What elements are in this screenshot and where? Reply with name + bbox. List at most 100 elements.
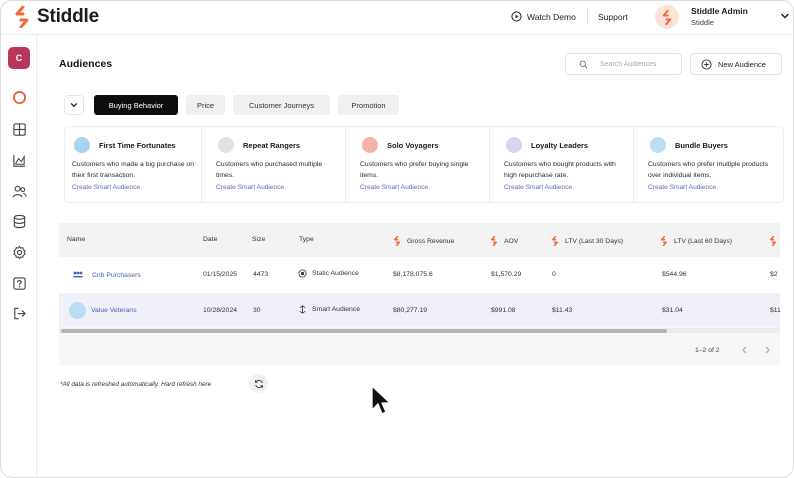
sidebar-item-dashboard[interactable] <box>10 120 28 138</box>
ltv30-cell: 0 <box>552 271 556 278</box>
create-smart-audience-link[interactable]: Create Smart Audience <box>216 184 284 191</box>
pagination-label: 1–2 of 2 <box>695 347 720 354</box>
create-smart-audience-link[interactable]: Create Smart Audience <box>72 184 140 191</box>
app-logo[interactable]: Stiddle <box>13 6 99 28</box>
column-label: AOV <box>504 237 519 245</box>
column-header-gross-revenue[interactable]: Gross Revenue <box>393 236 454 246</box>
sidebar-item-help[interactable] <box>10 274 28 292</box>
date-cell: 01/15/2025 <box>203 271 238 278</box>
aov-cell: $991.08 <box>491 307 516 314</box>
suggestion-card[interactable]: Repeat Rangers Customers who purchased m… <box>208 126 346 203</box>
top-bar: Stiddle Watch Demo Support Stiddle Admin… <box>1 1 793 35</box>
column-header-ltv60[interactable]: LTV (Last 60 Days) <box>660 236 732 246</box>
user-org: Stiddle <box>691 18 714 27</box>
date-cell: 10/28/2024 <box>203 307 238 314</box>
create-smart-audience-link[interactable]: Create Smart Audience <box>648 184 716 191</box>
sidebar-item-audiences[interactable] <box>10 182 28 200</box>
next-cell: $2 <box>770 271 778 278</box>
settings-icon <box>12 245 26 259</box>
logout-icon <box>13 307 26 319</box>
stiddle-logo-icon <box>552 236 558 246</box>
new-audience-button[interactable]: New Audience <box>690 53 782 75</box>
stiddle-logo-icon <box>394 236 400 246</box>
create-smart-audience-link[interactable]: Create Smart Audience <box>360 184 428 191</box>
stiddle-logo-icon <box>661 236 667 246</box>
size-cell: 30 <box>253 307 261 314</box>
card-description: Customers who prefer buying single items… <box>360 161 469 179</box>
workspace-avatar[interactable]: C <box>8 47 30 69</box>
audience-name-cell[interactable]: Value Veterans <box>69 302 137 319</box>
dashboard-icon <box>12 122 26 136</box>
audience-name: Value Veterans <box>91 307 137 314</box>
avatar <box>650 137 666 153</box>
stiddle-logo-icon <box>770 236 776 246</box>
next-cell: $11 <box>770 307 781 314</box>
filter-collapse-button[interactable] <box>64 95 84 115</box>
column-header-size[interactable]: Size <box>252 236 265 243</box>
plus-circle-icon <box>701 58 712 70</box>
column-header-name[interactable]: Name <box>67 236 85 243</box>
user-name: Stiddle Admin <box>691 6 748 16</box>
gross-revenue-cell: $80,277.19 <box>393 307 428 314</box>
chevron-left-icon <box>741 346 746 354</box>
stiddle-logo-icon <box>491 236 497 246</box>
chevron-right-icon <box>765 346 770 354</box>
prev-page-button[interactable] <box>738 344 750 356</box>
card-description: Customers who purchased multiple times. <box>216 161 323 179</box>
column-header-next[interactable] <box>769 236 783 246</box>
search-box[interactable] <box>565 53 682 75</box>
smart-audience-icon <box>299 305 306 314</box>
user-avatar[interactable] <box>655 5 679 29</box>
watch-demo-label: Watch Demo <box>527 11 576 22</box>
suggestion-card[interactable]: Solo Voyagers Customers who prefer buyin… <box>352 126 490 203</box>
sidebar-item-settings[interactable] <box>10 243 28 261</box>
stiddle-logo-icon <box>662 9 672 25</box>
help-icon <box>12 276 26 290</box>
database-icon <box>13 214 25 228</box>
hard-refresh-button[interactable] <box>249 374 268 393</box>
support-link[interactable]: Support <box>598 12 628 22</box>
scrollbar-thumb[interactable] <box>61 329 667 333</box>
search-input[interactable] <box>600 60 680 68</box>
card-title: First Time Fortunates <box>99 141 176 150</box>
suggestion-card[interactable]: Bundle Buyers Customers who prefer multi… <box>640 126 778 203</box>
avatar <box>218 137 234 153</box>
type-cell: Smart Audience <box>298 305 360 314</box>
tab-price[interactable]: Price <box>186 95 225 115</box>
avatar <box>506 137 522 153</box>
type-label: Smart Audience <box>312 306 360 313</box>
column-header-aov[interactable]: AOV <box>490 236 518 246</box>
column-header-type[interactable]: Type <box>299 236 314 243</box>
tab-customer-journeys[interactable]: Customer Journeys <box>233 95 330 115</box>
sidebar-item-analytics[interactable] <box>10 151 28 169</box>
page-title: Audiences <box>59 58 113 70</box>
suggestion-card[interactable]: First Time Fortunates Customers who made… <box>64 126 202 203</box>
sidebar-item-data[interactable] <box>10 212 28 230</box>
type-label: Static Audience <box>312 270 359 277</box>
ltv30-cell: $11.43 <box>552 307 573 314</box>
tab-buying-behavior[interactable]: Buying Behavior <box>94 95 178 115</box>
chevron-down-icon[interactable] <box>780 11 790 21</box>
column-header-ltv30[interactable]: LTV (Last 30 Days) <box>551 236 623 246</box>
column-label: LTV (Last 60 Days) <box>674 237 733 245</box>
next-page-button[interactable] <box>761 344 773 356</box>
sidebar: C <box>1 35 37 477</box>
refresh-note: *All data is refreshed automatically. Ha… <box>60 381 212 388</box>
refresh-icon <box>254 379 263 388</box>
card-title: Loyalty Leaders <box>531 141 589 150</box>
sidebar-item-home[interactable] <box>10 88 28 106</box>
stiddle-logo-icon <box>15 6 29 28</box>
sidebar-item-logout[interactable] <box>10 304 28 322</box>
tab-promotion[interactable]: Promotion <box>338 95 399 115</box>
card-title: Repeat Rangers <box>243 141 301 150</box>
ring-icon <box>12 90 26 104</box>
audience-name-cell[interactable]: Crib Purchasers <box>71 268 141 282</box>
watch-demo-button[interactable]: Watch Demo <box>511 11 576 22</box>
chevron-down-icon <box>70 103 78 108</box>
column-header-date[interactable]: Date <box>203 236 217 243</box>
group-icon <box>71 268 85 282</box>
create-smart-audience-link[interactable]: Create Smart Audience <box>504 184 572 191</box>
avatar <box>74 137 90 153</box>
analytics-icon <box>12 154 25 167</box>
suggestion-card[interactable]: Loyalty Leaders Customers who bought pro… <box>496 126 634 203</box>
